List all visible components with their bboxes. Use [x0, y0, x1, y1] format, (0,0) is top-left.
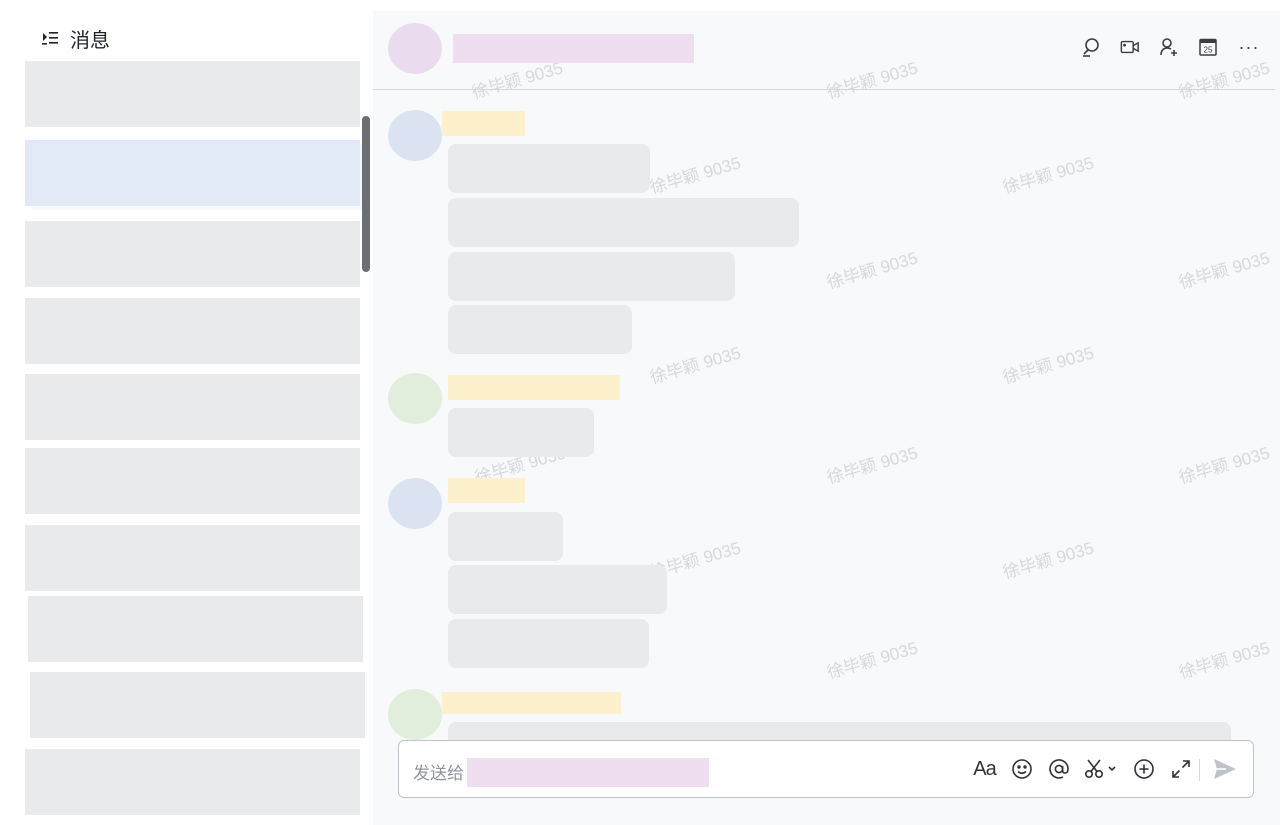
- text-format-icon[interactable]: Aa: [973, 757, 996, 781]
- search-icon[interactable]: [1081, 37, 1101, 57]
- emoji-icon[interactable]: [1010, 757, 1033, 781]
- conversation-item[interactable]: [25, 749, 360, 815]
- conversation-item[interactable]: [28, 596, 363, 662]
- sender-name-redacted: [442, 111, 525, 136]
- watermark-text: 徐毕颖 9035: [1176, 638, 1272, 683]
- watermark-text: 徐毕颖 9035: [647, 153, 743, 198]
- composer-recipient-redacted: [467, 758, 709, 787]
- add-member-icon[interactable]: [1159, 37, 1179, 57]
- calendar-icon[interactable]: 25: [1198, 37, 1218, 57]
- more-icon[interactable]: ···: [1237, 37, 1261, 57]
- sender-name-redacted: [448, 478, 525, 503]
- mention-icon[interactable]: [1047, 757, 1070, 781]
- message-bubble[interactable]: [448, 565, 667, 614]
- video-call-icon[interactable]: [1120, 37, 1140, 57]
- watermark-text: 徐毕颖 9035: [824, 248, 920, 293]
- conversation-item[interactable]: [30, 672, 365, 738]
- chat-avatar[interactable]: [388, 23, 442, 74]
- sender-avatar[interactable]: [388, 689, 442, 740]
- message-bubble[interactable]: [448, 144, 650, 193]
- app-window: 消息 徐毕颖 9035 徐毕颖 9035 徐毕颖 9035 徐毕颖 9035 徐…: [0, 0, 1280, 825]
- collapse-menu-icon[interactable]: [40, 28, 60, 48]
- watermark-text: 徐毕颖 9035: [824, 443, 920, 488]
- sender-name-redacted: [448, 375, 620, 400]
- conversation-item[interactable]: [25, 61, 360, 127]
- screenshot-icon[interactable]: [1084, 757, 1118, 781]
- calendar-day-text: 25: [1204, 46, 1213, 55]
- conversation-sidebar: 消息: [0, 0, 373, 825]
- chat-header-toolbar: 25 ···: [1081, 37, 1261, 57]
- conversation-item[interactable]: [25, 448, 360, 514]
- message-bubble[interactable]: [448, 619, 649, 668]
- add-icon[interactable]: [1132, 757, 1155, 781]
- sender-avatar[interactable]: [388, 373, 442, 424]
- watermark-text: 徐毕颖 9035: [1000, 538, 1096, 583]
- composer-divider: [1199, 759, 1200, 781]
- sidebar-title: 消息: [70, 29, 110, 52]
- conversation-item-active[interactable]: [25, 140, 364, 210]
- chat-panel: 徐毕颖 9035 徐毕颖 9035 徐毕颖 9035 徐毕颖 9035 徐毕颖 …: [373, 11, 1280, 825]
- expand-icon[interactable]: [1169, 757, 1192, 781]
- message-bubble[interactable]: [448, 252, 735, 301]
- conversation-item[interactable]: [25, 374, 360, 440]
- watermark-text: 徐毕颖 9035: [1176, 248, 1272, 293]
- chat-header: 25 ···: [373, 11, 1275, 90]
- composer-placeholder: 发送给: [413, 764, 464, 783]
- sender-name-redacted: [442, 692, 621, 714]
- conversation-item[interactable]: [25, 525, 360, 591]
- chat-title-redacted[interactable]: [453, 34, 694, 63]
- watermark-text: 徐毕颖 9035: [1000, 153, 1096, 198]
- message-composer[interactable]: 发送给 Aa: [398, 740, 1254, 798]
- sender-avatar[interactable]: [388, 478, 442, 529]
- message-bubble[interactable]: [448, 512, 563, 561]
- sender-avatar[interactable]: [388, 110, 442, 161]
- watermark-text: 徐毕颖 9035: [824, 638, 920, 683]
- send-icon[interactable]: [1213, 757, 1237, 781]
- message-bubble[interactable]: [448, 305, 632, 354]
- sidebar-scrollbar[interactable]: [362, 116, 370, 272]
- watermark-text: 徐毕颖 9035: [647, 343, 743, 388]
- watermark-text: 徐毕颖 9035: [1176, 443, 1272, 488]
- sidebar-header: 消息: [40, 24, 110, 52]
- composer-toolbar: Aa: [973, 757, 1192, 781]
- conversation-item[interactable]: [25, 298, 360, 364]
- watermark-text: 徐毕颖 9035: [1000, 343, 1096, 388]
- message-bubble[interactable]: [448, 198, 799, 247]
- conversation-item[interactable]: [25, 221, 360, 287]
- message-bubble[interactable]: [448, 408, 594, 457]
